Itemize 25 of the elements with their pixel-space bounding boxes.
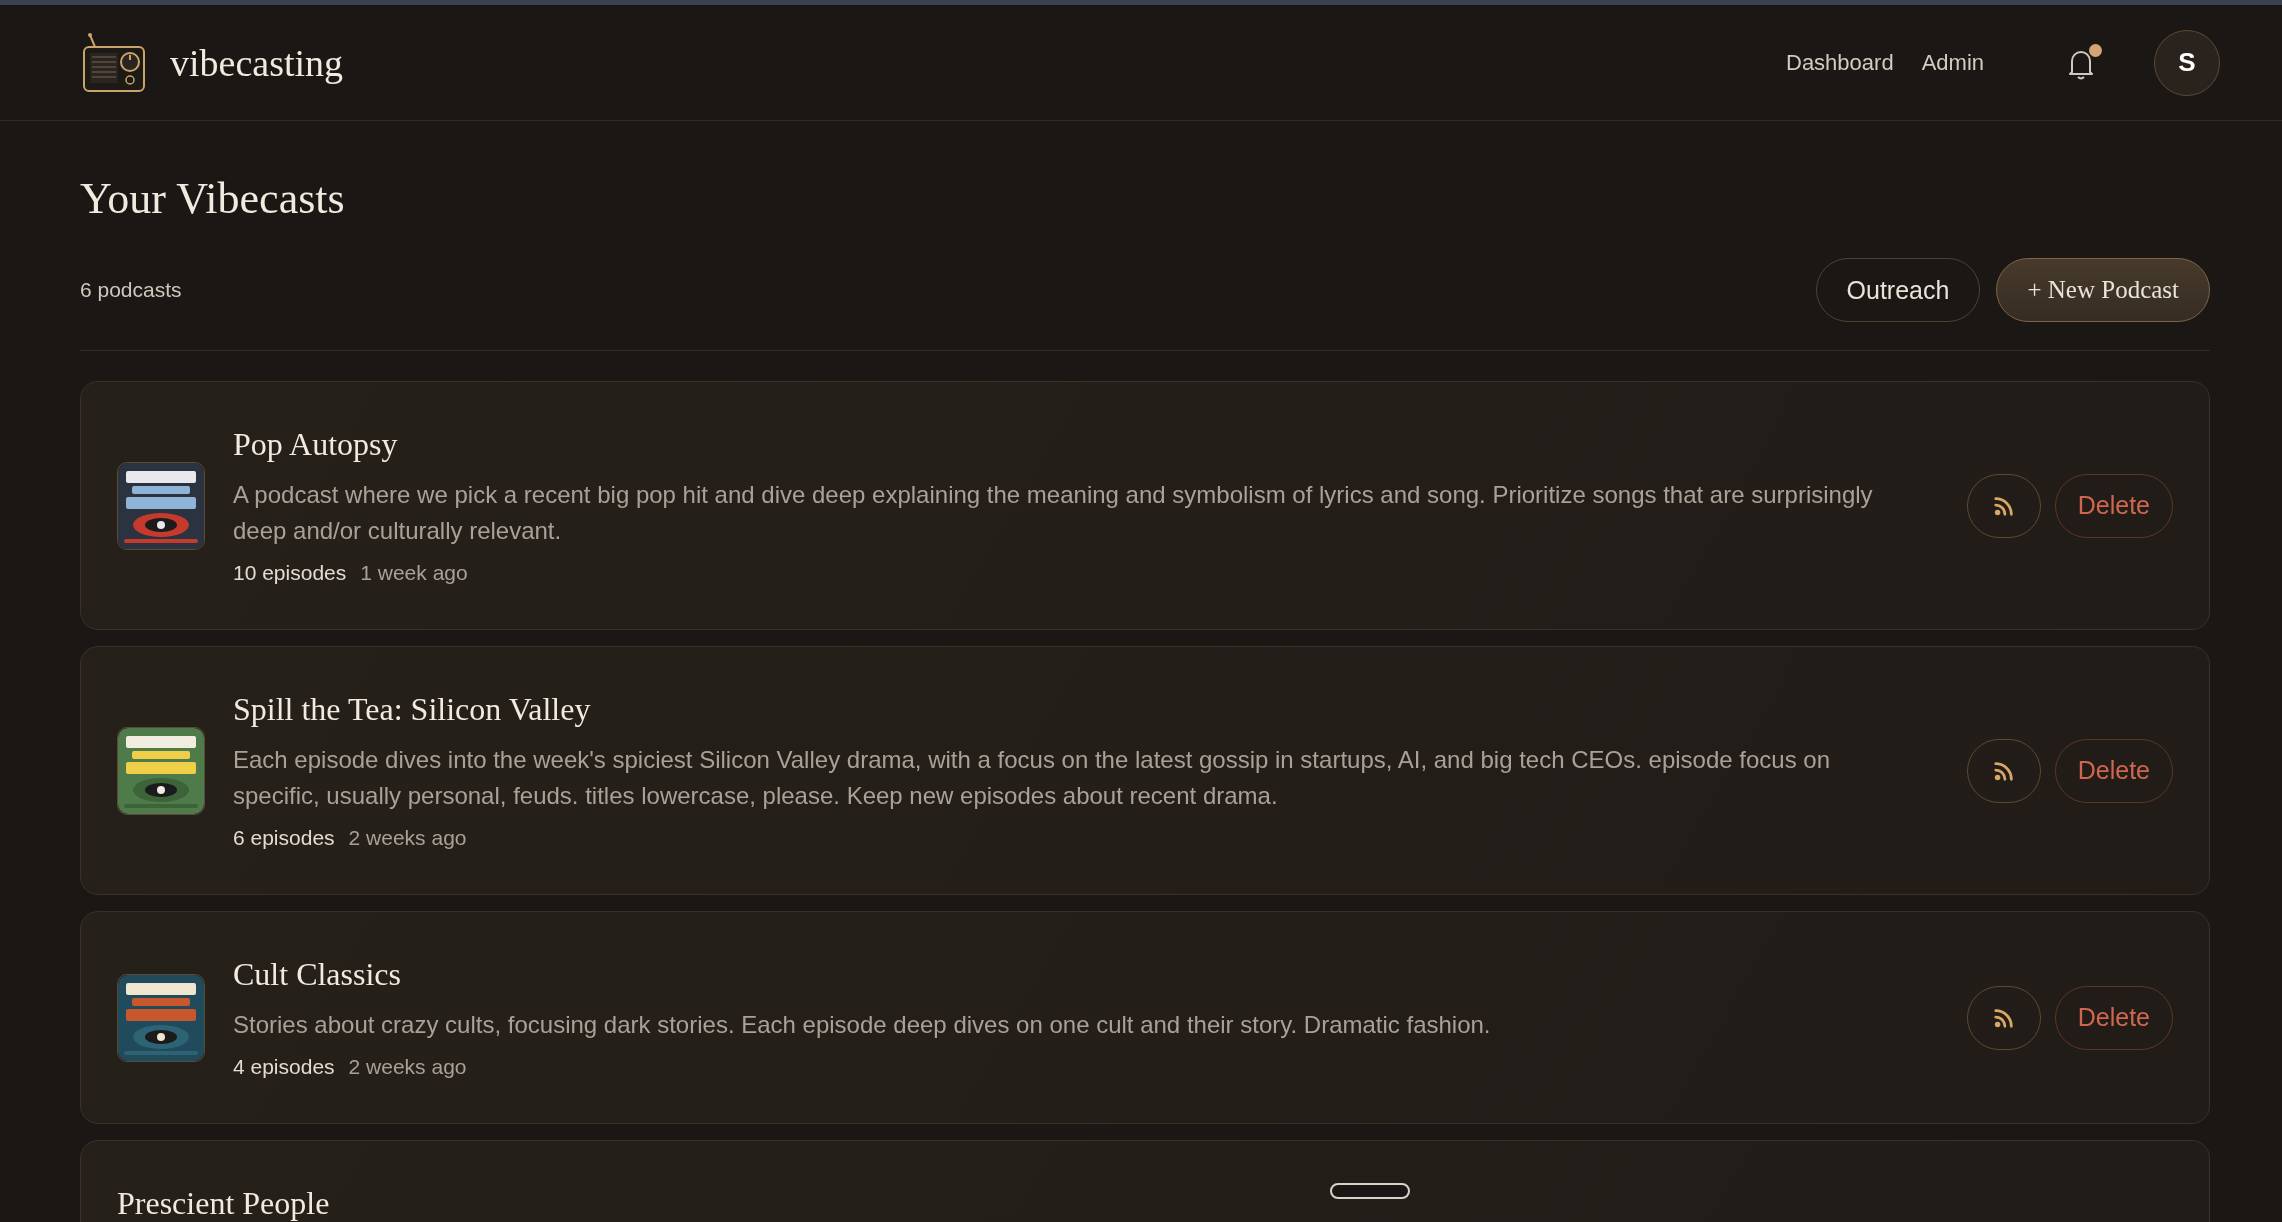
podcast-description: Each episode dives into the week's spiciest Silicon Valley drama, with a focus on the latest gossip in startups, AI, and big tech CEOs. episode focus on specific, usually personal, feuds. titles lowercase, please. Keep new episodes about recent drama.: [233, 745, 1831, 811]
new-podcast-button[interactable]: + New Podcast: [1996, 258, 2210, 322]
nav-link[interactable]: Dashboard: [1786, 49, 1894, 76]
podcast-title[interactable]: Cult Classics: [233, 956, 1889, 993]
avatar-button[interactable]: S: [2154, 29, 2220, 96]
episode-count: 4 episodes: [233, 1055, 335, 1079]
podcast-title[interactable]: Prescient People: [117, 1185, 2163, 1222]
episode-count: 6 episodes: [233, 826, 335, 850]
podcast-description: A podcast where we pick a recent big pop hit and dive deep explaining the meaning and symbolism of lyrics and song. Prioritize songs that are surprisingly deep and/or culturally relevant.: [233, 480, 1874, 546]
podcast-count: 6 podcasts: [80, 278, 182, 302]
page-title: Your Vibecasts: [80, 173, 346, 224]
drag-handle[interactable]: [1330, 1183, 1410, 1199]
rss-icon: [1992, 759, 2015, 782]
radio-logo-icon: [82, 32, 146, 93]
rss-icon: [1992, 494, 2015, 517]
podcast-title[interactable]: Spill the Tea: Silicon Valley: [233, 691, 1889, 728]
rss-icon: [1992, 1006, 2015, 1029]
updated-time: 2 weeks ago: [348, 1055, 467, 1079]
updated-time: 2 weeks ago: [348, 826, 467, 850]
nav-link[interactable]: Admin: [1921, 49, 1984, 76]
podcast-title[interactable]: Pop Autopsy: [233, 426, 1889, 463]
episode-count: 10 episodes: [233, 561, 347, 585]
updated-time: 1 week ago: [360, 561, 468, 585]
podcast-description: Stories about crazy cults, focusing dark stories. Each episode deep dives on one cult and their story. Dramatic fashion.: [233, 1010, 1492, 1040]
brand-name: vibecasting: [170, 40, 344, 85]
